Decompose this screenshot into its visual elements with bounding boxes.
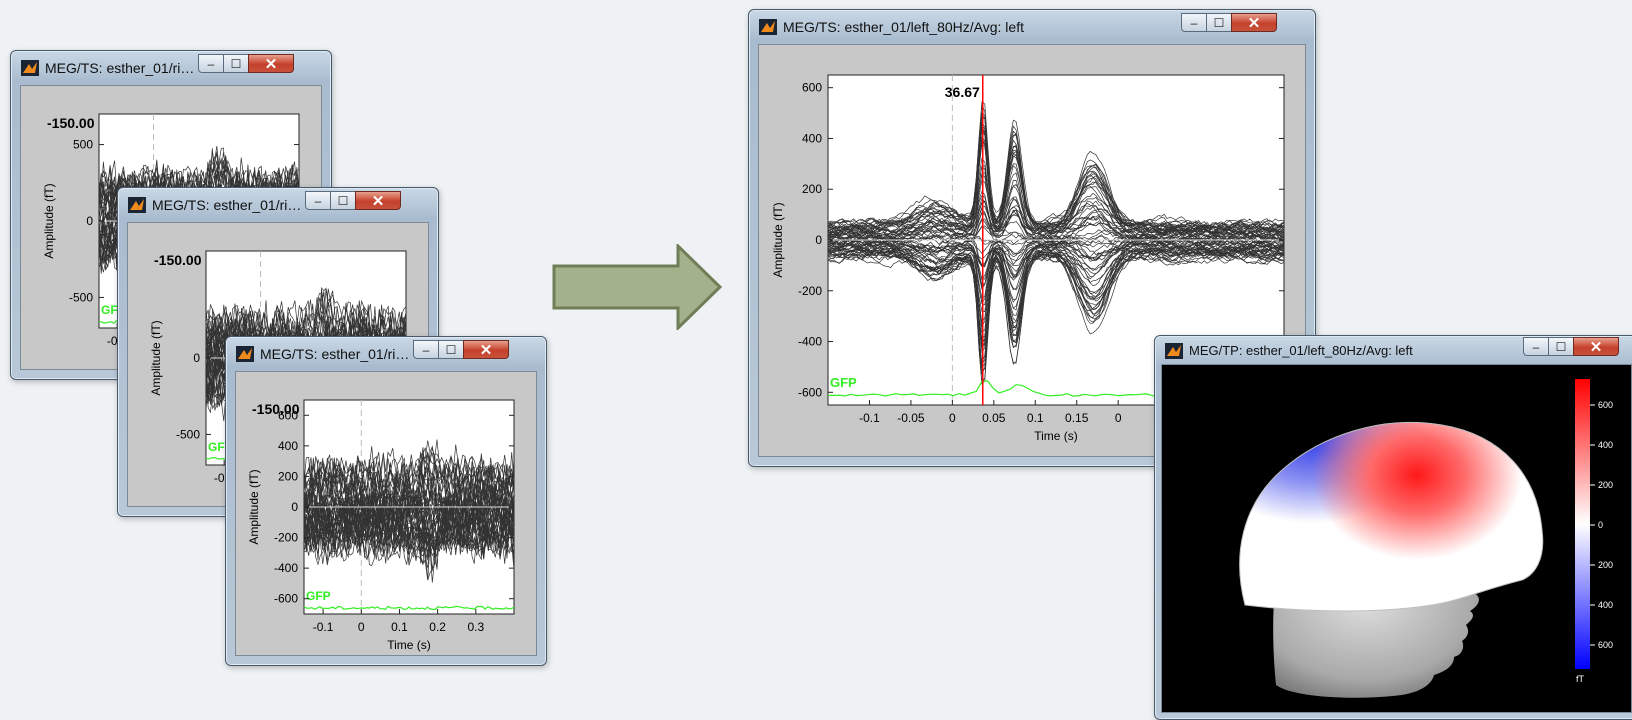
window-title: MEG/TS: esther_01/rig...	[152, 197, 302, 213]
y-axis-label: Amplitude (fT)	[42, 183, 56, 258]
titlebar[interactable]: MEG/TS: esther_01/left_80Hz/Avg: left – …	[749, 10, 1315, 42]
matlab-icon	[759, 19, 777, 35]
x-tick-label: 0	[358, 620, 365, 634]
y-tick-label: -600	[798, 385, 822, 399]
colorbar-tick-label: 600	[1598, 400, 1613, 410]
cursor-value: -150.00	[154, 252, 202, 268]
y-tick-label: -200	[798, 284, 822, 298]
x-tick-label: 0	[1115, 411, 1122, 425]
y-axis-label: Amplitude (fT)	[149, 320, 163, 395]
y-tick-label: -200	[274, 531, 298, 545]
window-title: MEG/TP: esther_01/left_80Hz/Avg: left	[1189, 343, 1413, 358]
x-axis-label: Time (s)	[387, 638, 431, 652]
y-tick-label: 0	[193, 351, 200, 365]
gfp-label: GFP	[830, 375, 857, 390]
x-tick-label: 0	[949, 411, 956, 425]
titlebar[interactable]: MEG/TS: esther_01/rig... – ☐ ✕	[11, 51, 331, 83]
window-title: MEG/TS: esther_01/rig...	[260, 346, 410, 362]
close-button[interactable]: ✕	[1231, 13, 1277, 32]
right-arrow-icon	[552, 244, 723, 330]
x-tick-label: 0.1	[391, 620, 408, 634]
minimize-button[interactable]: –	[1523, 337, 1549, 356]
close-button[interactable]: ✕	[463, 340, 509, 359]
y-tick-label: 600	[278, 408, 298, 422]
y-tick-label: -400	[798, 335, 822, 349]
arrow-shape	[552, 244, 723, 330]
close-button[interactable]: ✕	[1573, 337, 1619, 356]
y-tick-label: 400	[278, 439, 298, 453]
colorbar-tick-label: 0	[1598, 520, 1603, 530]
colorbar-tick-label: 200	[1598, 480, 1613, 490]
minimize-button[interactable]: –	[198, 54, 224, 73]
window-title: MEG/TS: esther_01/left_80Hz/Avg: left	[783, 19, 1024, 35]
figure-area[interactable]: GFP -150.00 600 400 200 0 -200 -400 -600 -0.1 0 0.1…	[235, 371, 537, 656]
window-title: MEG/TS: esther_01/rig...	[45, 60, 195, 76]
maximize-button[interactable]: ☐	[223, 54, 249, 73]
colorbar-tick-label: 200	[1598, 560, 1613, 570]
y-tick-label: -500	[69, 290, 93, 304]
x-tick-label: 0.3	[467, 620, 484, 634]
matlab-icon	[128, 197, 146, 213]
y-tick-label: 200	[278, 469, 298, 483]
x-tick-label: 0.1	[1027, 411, 1044, 425]
colorbar-tick-label: 600	[1598, 640, 1613, 650]
maximize-button[interactable]: ☐	[438, 340, 464, 359]
cursor-value: -150.00	[47, 115, 95, 131]
minimize-button[interactable]: –	[1181, 13, 1207, 32]
y-tick-label: 600	[802, 81, 822, 95]
colorbar-unit: fT	[1576, 674, 1585, 684]
y-tick-label: -600	[274, 592, 298, 606]
minimize-button[interactable]: –	[413, 340, 439, 359]
x-tick-label: 0.05	[982, 411, 1006, 425]
y-tick-label: -500	[176, 427, 200, 441]
y-tick-label: 500	[73, 138, 93, 152]
y-tick-label: 400	[802, 131, 822, 145]
matlab-icon	[21, 60, 39, 76]
gfp-label: GFP	[306, 589, 331, 603]
titlebar[interactable]: MEG/TS: esther_01/rig... – ☐ ✕	[118, 188, 438, 220]
matlab-icon	[1165, 343, 1183, 359]
y-tick-label: 0	[815, 233, 822, 247]
window-left-3[interactable]: MEG/TS: esther_01/rig... – ☐ ✕ GFP -150.0…	[225, 336, 547, 666]
close-button[interactable]: ✕	[248, 54, 294, 73]
x-tick-label: -0.05	[897, 411, 925, 425]
titlebar[interactable]: MEG/TS: esther_01/rig... – ☐ ✕	[226, 337, 546, 369]
head-topography[interactable]: 600 400 200 0 200 400 600 fT	[1162, 365, 1632, 713]
maximize-button[interactable]: ☐	[1548, 337, 1574, 356]
colorbar-tick-label: 400	[1598, 600, 1613, 610]
maximize-button[interactable]: ☐	[1206, 13, 1232, 32]
colorbar-tick-label: 400	[1598, 440, 1613, 450]
y-tick-label: 0	[291, 500, 298, 514]
cursor-value: 36.67	[945, 84, 980, 100]
y-tick-label: -400	[274, 561, 298, 575]
x-tick-label: 0.2	[429, 620, 446, 634]
time-series-plot[interactable]: GFP-150.006004002000-200-400-600-0.1 0 0.1…	[236, 372, 537, 656]
x-tick-label: 0.15	[1065, 411, 1089, 425]
y-axis-label: Amplitude (fT)	[247, 469, 261, 544]
y-axis-label: Amplitude (fT)	[771, 202, 785, 277]
y-tick-label: 0	[86, 214, 93, 228]
x-tick-label: -0.1	[313, 620, 334, 634]
maximize-button[interactable]: ☐	[330, 191, 356, 210]
colorbar	[1575, 379, 1590, 669]
matlab-icon	[236, 346, 254, 362]
window-topography[interactable]: MEG/TP: esther_01/left_80Hz/Avg: left – …	[1154, 335, 1632, 720]
x-axis-label: Time (s)	[1034, 429, 1078, 443]
y-tick-label: 200	[802, 182, 822, 196]
close-button[interactable]: ✕	[355, 191, 401, 210]
x-tick-label: -0.1	[859, 411, 880, 425]
topography-view[interactable]: 600 400 200 0 200 400 600 fT	[1161, 364, 1632, 713]
minimize-button[interactable]: –	[305, 191, 331, 210]
